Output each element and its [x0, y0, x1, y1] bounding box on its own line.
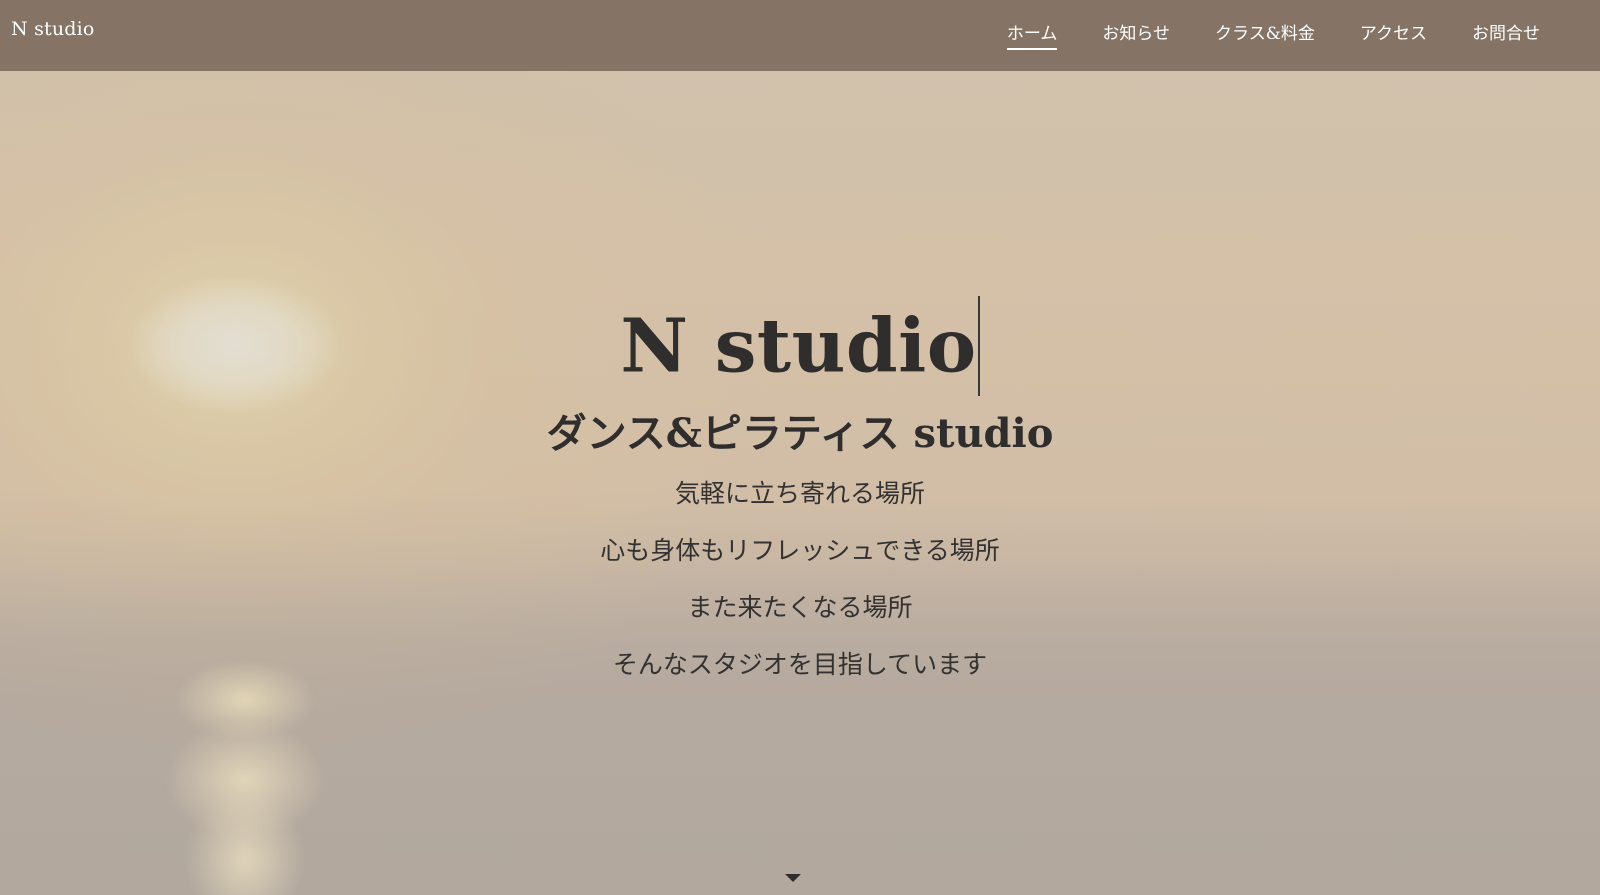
tagline-1: 気軽に立ち寄れる場所	[674, 479, 925, 508]
brand-logo-link[interactable]: N studio	[11, 18, 95, 40]
tagline-2: 心も身体もリフレッシュできる場所	[600, 536, 1000, 565]
tagline-3: また来たくなる場所	[687, 593, 913, 622]
hero-section: N studio ダンス&ピラティス studio 気軽に立ち寄れる場所 心も身…	[0, 0, 1600, 895]
nav-item-news[interactable]: お知らせ	[1102, 19, 1170, 48]
page: N studio ホーム お知らせ クラス&料金 アクセス お問合せ N stu…	[0, 0, 1600, 895]
main-nav: ホーム お知らせ クラス&料金 アクセス お問合せ	[962, 0, 1540, 71]
hero-title-wrap: N studio	[0, 296, 1600, 402]
hero-subtitle: ダンス&ピラティス studio	[546, 410, 1054, 457]
nav-item-contact[interactable]: お問合せ	[1472, 19, 1540, 48]
tagline-4: そんなスタジオを目指しています	[612, 650, 988, 679]
site-header: N studio ホーム お知らせ クラス&料金 アクセス お問合せ	[0, 0, 1600, 71]
text-cursor	[977, 296, 980, 396]
nav-item-access[interactable]: アクセス	[1360, 19, 1427, 48]
nav-item-classes-pricing[interactable]: クラス&料金	[1215, 19, 1315, 48]
caret-down-icon[interactable]	[785, 874, 801, 882]
hero-title: N studio	[620, 303, 977, 390]
nav-item-home[interactable]: ホーム	[1006, 19, 1057, 50]
